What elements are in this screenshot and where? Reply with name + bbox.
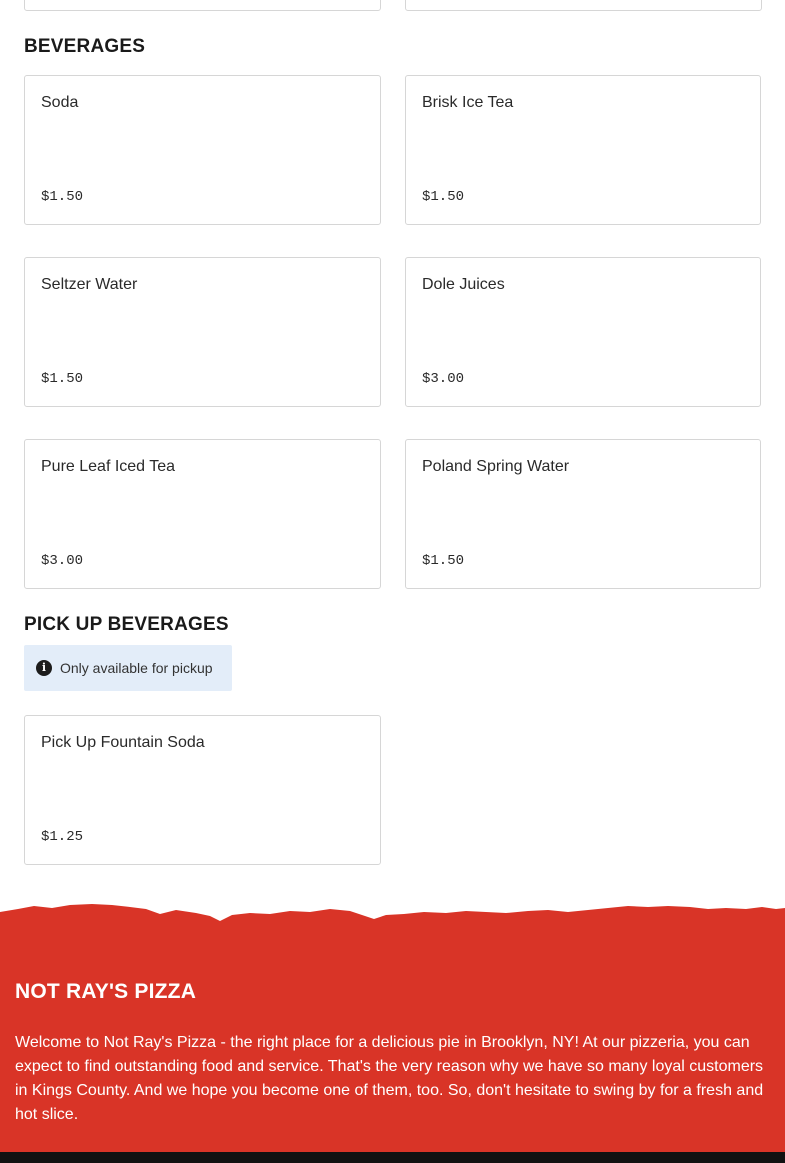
menu-item-card[interactable] [405,0,762,11]
menu-item-price: $1.50 [41,371,84,387]
pickup-only-notice: i Only available for pickup [24,645,232,691]
menu-item-name: Seltzer Water [41,276,138,293]
menu-item-card-pick-up-fountain-soda[interactable]: Pick Up Fountain Soda $1.25 [24,715,381,865]
section-title-beverages: BEVERAGES [24,36,146,57]
torn-paper-edge [0,904,785,930]
menu-item-name: Dole Juices [422,276,505,293]
info-icon: i [36,660,52,676]
menu-item-price: $1.50 [422,553,465,569]
menu-item-price: $1.50 [422,189,465,205]
menu-item-card-brisk-ice-tea[interactable]: Brisk Ice Tea $1.50 [405,75,761,225]
menu-item-price: $3.00 [41,553,84,569]
menu-item-price: $3.00 [422,371,465,387]
menu-item-card-seltzer-water[interactable]: Seltzer Water $1.50 [24,257,381,407]
footer-brand-name: NOT RAY'S PIZZA [15,980,197,1003]
previous-section-cards [24,0,762,11]
menu-item-name: Soda [41,94,79,111]
menu-page: BEVERAGES Soda $1.50 Brisk Ice Tea $1.50… [0,0,785,1163]
menu-item-card-poland-spring-water[interactable]: Poland Spring Water $1.50 [405,439,761,589]
footer-about-text: Welcome to Not Ray's Pizza - the right p… [15,1034,764,1123]
menu-item-name: Pick Up Fountain Soda [41,734,205,751]
menu-item-price: $1.25 [41,829,84,845]
menu-item-card[interactable] [24,0,381,11]
pickup-only-notice-text: Only available for pickup [60,660,213,676]
menu-item-card-dole-juices[interactable]: Dole Juices $3.00 [405,257,761,407]
menu-item-name: Poland Spring Water [422,458,570,475]
site-footer: NOT RAY'S PIZZA Welcome to Not Ray's Piz… [0,900,785,1163]
footer-bottom-bar [0,1152,785,1163]
menu-item-price: $1.50 [41,189,84,205]
menu-item-name: Pure Leaf Iced Tea [41,458,176,475]
menu-item-card-pure-leaf-iced-tea[interactable]: Pure Leaf Iced Tea $3.00 [24,439,381,589]
menu-item-name: Brisk Ice Tea [422,94,514,111]
section-title-pickup-beverages: PICK UP BEVERAGES [24,614,229,635]
menu-item-card-soda[interactable]: Soda $1.50 [24,75,381,225]
